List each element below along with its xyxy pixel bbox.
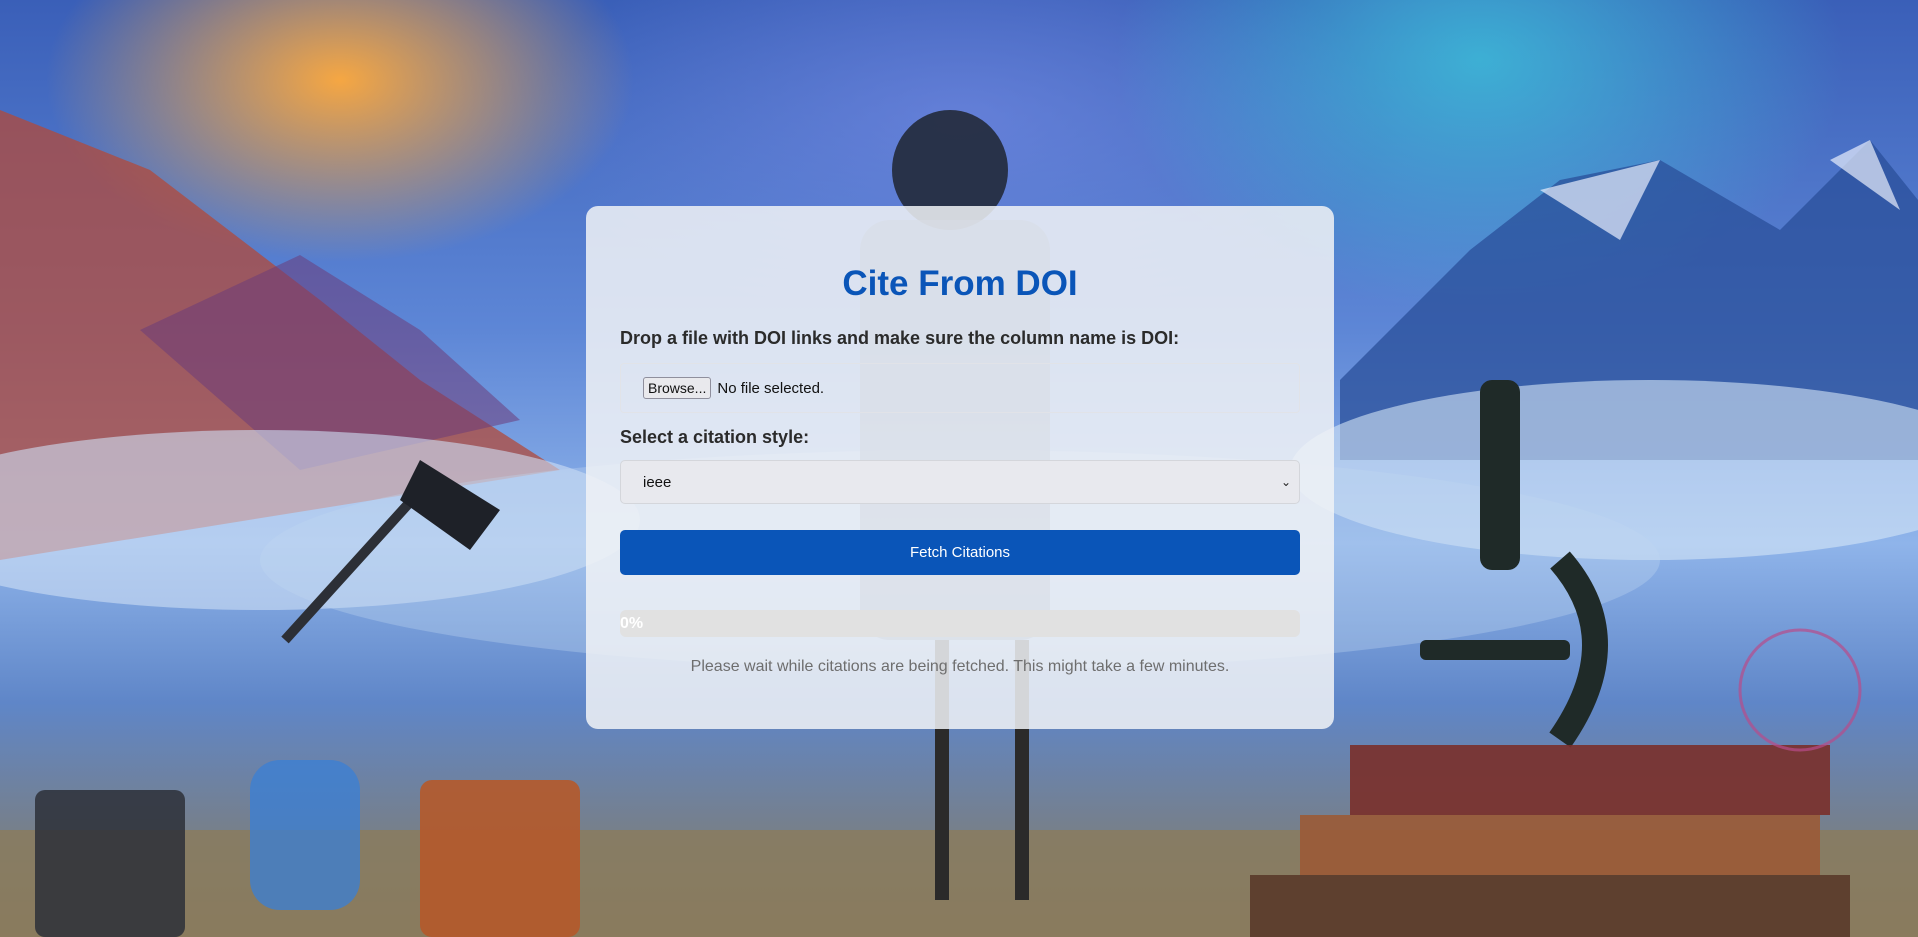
citation-style-select[interactable]: ieee ⌄	[620, 460, 1300, 504]
wait-note: Please wait while citations are being fe…	[690, 658, 1230, 675]
fetch-citations-button[interactable]: Fetch Citations	[620, 530, 1300, 575]
browse-button[interactable]: Browse...	[643, 377, 712, 399]
progress-text: 0%	[620, 615, 644, 632]
file-input[interactable]: Browse... No file selected.	[620, 363, 1300, 413]
citation-style-value: ieee	[643, 473, 672, 491]
chevron-down-icon: ⌄	[1280, 475, 1291, 489]
citation-form-card: Cite From DOI Drop a file with DOI links…	[586, 206, 1334, 729]
page-title: Cite From DOI	[842, 264, 1078, 303]
file-status-text: No file selected.	[717, 379, 825, 397]
citation-style-label: Select a citation style:	[620, 427, 810, 447]
progress-bar: 0%	[620, 610, 1300, 637]
upload-label: Drop a file with DOI links and make sure…	[620, 328, 1180, 348]
